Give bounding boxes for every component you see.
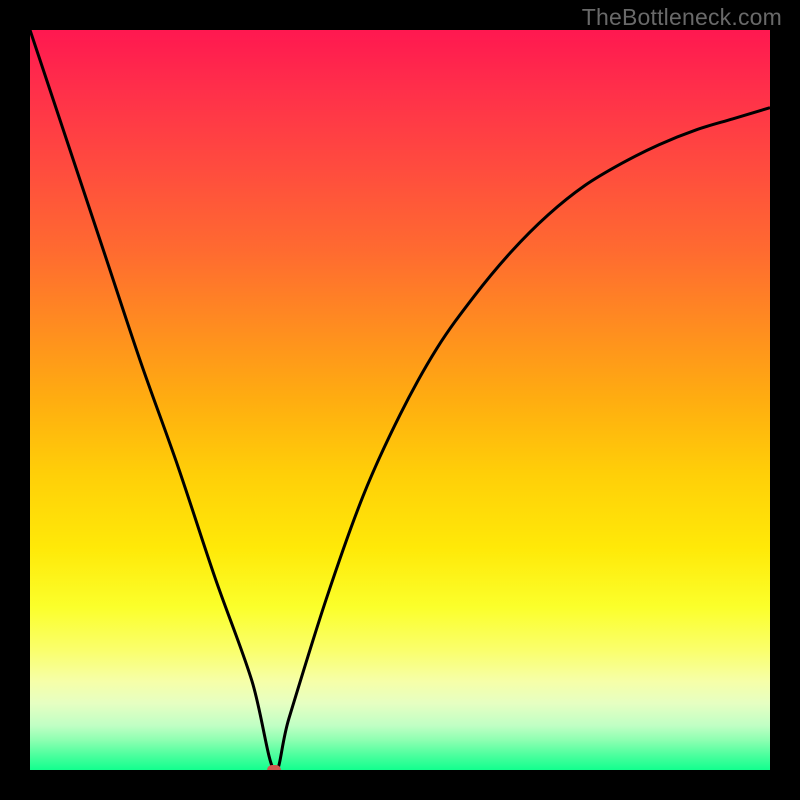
- marker-dot: [267, 765, 281, 770]
- watermark-text: TheBottleneck.com: [582, 4, 782, 31]
- plot-area: [30, 30, 770, 770]
- chart-frame: TheBottleneck.com: [0, 0, 800, 800]
- curve-svg: [30, 30, 770, 770]
- bottleneck-curve: [30, 30, 770, 770]
